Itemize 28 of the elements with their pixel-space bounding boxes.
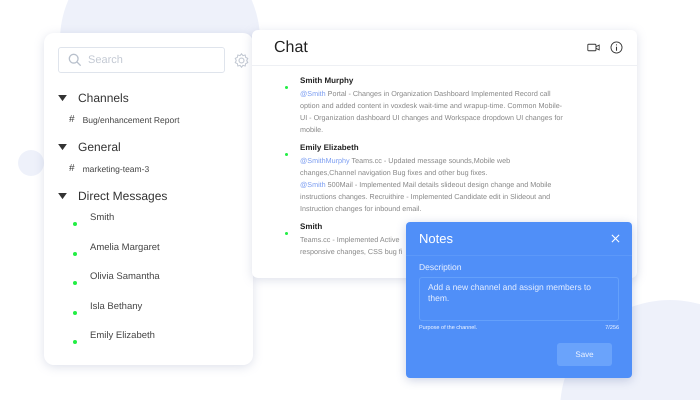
dialog-title: Notes [419,231,453,246]
section-header[interactable]: General [58,136,253,158]
contact-name[interactable]: Smith [90,211,114,225]
section-title: Channels [78,91,129,105]
info-icon[interactable] [610,41,623,54]
section-title: Direct Messages [78,189,168,203]
channel-item[interactable]: Bug/enhancement Report [82,113,180,127]
background-circle [18,150,44,176]
contact-name[interactable]: Isla Bethany [90,300,142,314]
video-camera-icon[interactable] [587,41,600,54]
message-author: Smith [300,222,324,231]
chat-title: Chat [274,38,309,56]
message-author: Emily Elizabeth [300,143,360,152]
contact-name[interactable]: Amelia Margaret [90,240,160,254]
search-field[interactable]: Search [58,47,225,73]
contact-name[interactable]: Emily Elizabeth [90,329,155,343]
close-icon[interactable] [611,234,620,243]
search-icon [68,53,82,67]
channel-item[interactable]: marketing-team-3 [82,162,150,176]
contact-name[interactable]: Olivia Samantha [90,270,160,284]
field-label: Description [419,262,463,272]
section-header[interactable]: Direct Messages [58,185,253,207]
description-field[interactable]: Add a new channel and assign members to them. [419,277,619,321]
hash-symbol: # [69,162,75,176]
section-header[interactable]: Channels [58,87,253,109]
section-title: General [78,140,121,154]
message-author: Smith Murphy [300,76,354,85]
hash-symbol: # [69,113,75,127]
